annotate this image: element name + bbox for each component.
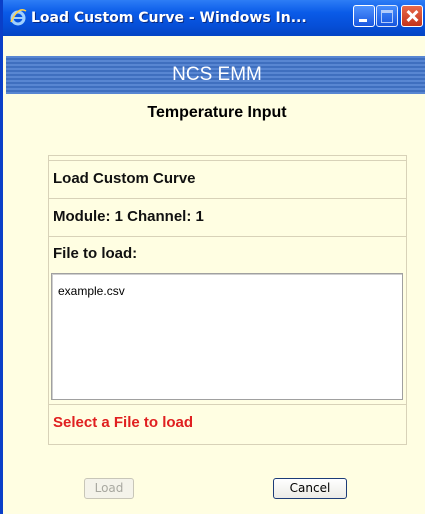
file-to-load-label: File to load: (49, 236, 406, 270)
status-message: Select a File to load (49, 404, 406, 440)
browser-window: Load Custom Curve - Windows In... NCS EM… (0, 0, 425, 514)
file-list[interactable]: example.csv (51, 273, 403, 400)
close-button[interactable] (401, 5, 423, 27)
page-subtitle: Temperature Input (147, 104, 287, 121)
minimize-button[interactable] (353, 5, 375, 27)
file-list-item[interactable]: example.csv (58, 284, 125, 298)
title-bar[interactable]: Load Custom Curve - Windows In... (3, 0, 425, 36)
module-channel-label: Module: 1 Channel: 1 (49, 198, 406, 234)
maximize-button[interactable] (376, 5, 398, 27)
cancel-button[interactable]: Cancel (273, 478, 347, 499)
window-title: Load Custom Curve - Windows In... (31, 10, 307, 26)
ie-icon (9, 8, 27, 26)
form-heading: Load Custom Curve (49, 160, 406, 196)
header-banner: NCS EMM (6, 56, 425, 94)
load-button[interactable]: Load (84, 478, 134, 499)
